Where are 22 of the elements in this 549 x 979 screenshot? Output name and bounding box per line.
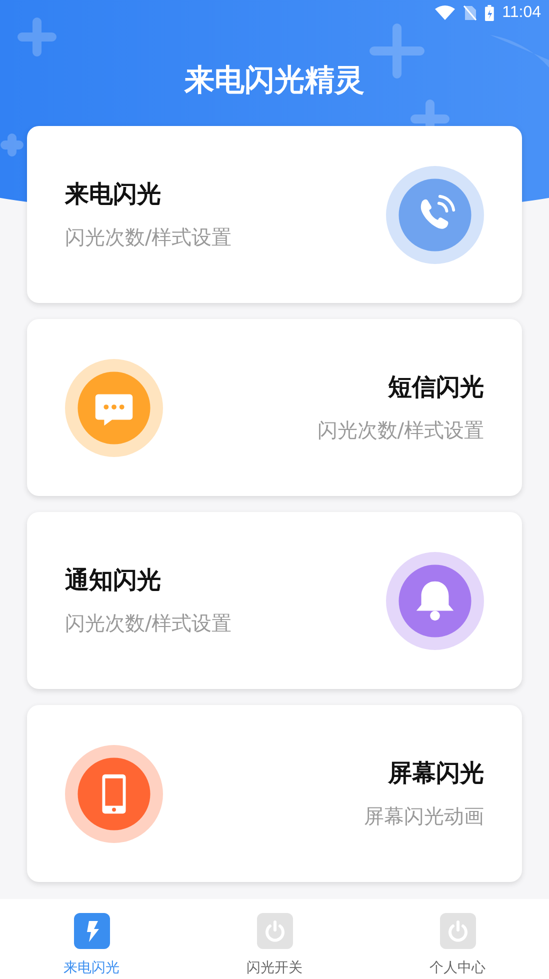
feature-card[interactable]: 来电闪光 闪光次数/样式设置 <box>27 126 522 303</box>
card-title: 屏幕闪光 <box>388 758 484 789</box>
card-subtitle: 闪光次数/样式设置 <box>317 417 484 444</box>
feature-card[interactable]: 通知闪光 闪光次数/样式设置 <box>27 512 522 689</box>
wifi-icon <box>435 5 456 21</box>
nav-tab[interactable]: 闪光开关 <box>183 899 366 979</box>
power-icon <box>256 913 292 949</box>
feature-card[interactable]: 短信闪光 闪光次数/样式设置 <box>27 319 522 496</box>
card-subtitle: 闪光次数/样式设置 <box>65 610 232 637</box>
power-icon <box>440 913 476 949</box>
card-subtitle: 闪光次数/样式设置 <box>65 224 232 251</box>
card-title: 通知闪光 <box>65 565 162 596</box>
nav-tab[interactable]: 个人中心 <box>366 899 549 979</box>
card-title: 来电闪光 <box>65 179 162 210</box>
app-title: 来电闪光精灵 <box>183 62 366 100</box>
card-title: 短信闪光 <box>388 372 484 403</box>
lightning-icon <box>74 913 110 949</box>
status-time: 11:04 <box>502 4 541 22</box>
card-subtitle: 屏幕闪光动画 <box>364 803 484 830</box>
feature-card[interactable]: 屏幕闪光 屏幕闪光动画 <box>27 705 522 882</box>
no-sim-icon <box>463 5 478 21</box>
battery-icon <box>485 5 494 21</box>
